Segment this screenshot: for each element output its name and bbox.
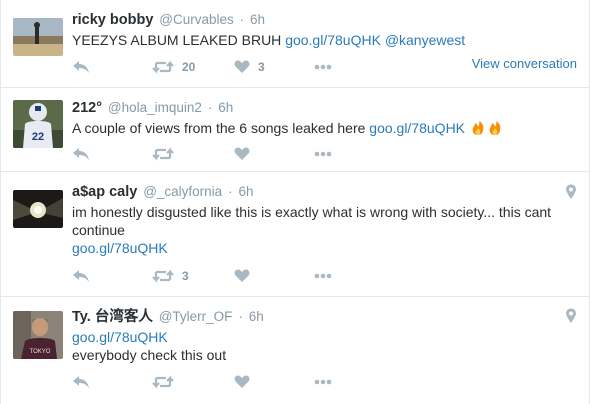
view-conversation-link[interactable]: View conversation — [472, 56, 577, 71]
tweet-actions — [72, 372, 332, 392]
heart-icon — [234, 60, 250, 73]
heart-icon — [234, 147, 250, 160]
tweet-link[interactable]: goo.gl/78uQHK — [72, 328, 579, 346]
tweet-header: Ty. 台湾客人 @Tylerr_OF · 6h — [72, 307, 579, 326]
retweet-button[interactable]: 20 — [152, 57, 195, 77]
tweet-timeline: ricky bobby @Curvables · 6h YEEZYS ALBUM… — [0, 0, 590, 404]
svg-text:TOKYO: TOKYO — [30, 349, 51, 355]
reply-button[interactable] — [72, 372, 90, 392]
tweet-body: A couple of views from the 6 songs leake… — [72, 120, 370, 136]
tweet-body: YEEZYS ALBUM LEAKED BRUH — [72, 32, 286, 48]
user-handle[interactable]: @_calyfornia — [143, 184, 222, 199]
more-button[interactable] — [314, 266, 332, 286]
user-fullname[interactable]: a$ap caly — [72, 184, 137, 200]
like-button[interactable] — [234, 144, 250, 164]
like-button[interactable]: 3 — [234, 57, 265, 77]
retweet-count: 20 — [182, 60, 196, 74]
tweet-link[interactable]: goo.gl/78uQHK — [369, 120, 465, 136]
separator-dot: · — [207, 100, 213, 115]
like-button[interactable] — [234, 372, 250, 392]
user-fullname[interactable]: Ty. 台湾客人 — [72, 309, 153, 325]
tweet-body: everybody check this out — [72, 347, 227, 363]
like-button[interactable] — [234, 266, 250, 286]
tweet-timestamp[interactable]: 6h — [249, 309, 264, 324]
retweet-button[interactable]: 3 — [152, 266, 189, 286]
reply-icon — [73, 376, 89, 388]
separator-dot: · — [239, 12, 245, 27]
separator-dot: · — [228, 184, 233, 199]
tweet-item[interactable]: TOKYO Ty. 台湾客人 @Tylerr_OF · 6h goo.gl/78… — [1, 297, 589, 404]
tweet-item[interactable]: ricky bobby @Curvables · 6h YEEZYS ALBUM… — [1, 0, 589, 88]
heart-icon — [234, 269, 250, 282]
tweet-text: im honestly disgusted like this is exact… — [72, 203, 579, 257]
tweet-timestamp[interactable]: 6h — [238, 184, 253, 199]
fire-icon — [472, 121, 484, 135]
more-icon — [314, 273, 332, 279]
tweet-actions: 20 3 — [72, 57, 332, 77]
more-icon — [314, 379, 332, 385]
retweet-icon — [152, 60, 174, 74]
like-count: 3 — [258, 60, 265, 74]
user-handle[interactable]: @hola_imquin2 — [108, 100, 202, 115]
user-avatar[interactable] — [13, 190, 63, 228]
svg-text:22: 22 — [32, 131, 44, 143]
user-handle[interactable]: @Tylerr_OF — [159, 309, 233, 324]
retweet-icon — [152, 269, 174, 283]
tweet-actions — [72, 144, 332, 164]
user-fullname[interactable]: ricky bobby — [72, 12, 153, 28]
more-icon — [314, 151, 332, 157]
tweet-text: YEEZYS ALBUM LEAKED BRUH goo.gl/78uQHK @… — [72, 31, 579, 49]
mention-link[interactable]: @kanyewest — [385, 32, 465, 48]
tweet-text: A couple of views from the 6 songs leake… — [72, 119, 579, 137]
tweet-timestamp[interactable]: 6h — [218, 100, 233, 115]
retweet-button[interactable] — [152, 144, 174, 164]
tweet-item[interactable]: a$ap caly @_calyfornia · 6h im honestly … — [1, 172, 589, 297]
reply-icon — [73, 270, 89, 282]
tweet-body: im honestly disgusted like this is exact… — [72, 204, 552, 238]
user-handle[interactable]: @Curvables — [159, 12, 233, 27]
separator-dot: · — [238, 309, 243, 324]
heart-icon — [234, 375, 250, 388]
retweet-icon — [152, 375, 174, 389]
reply-button[interactable] — [72, 57, 90, 77]
tweet-header: ricky bobby @Curvables · 6h — [72, 10, 579, 29]
fire-icon — [489, 121, 501, 135]
user-avatar[interactable]: TOKYO — [13, 311, 63, 359]
tweet-link[interactable]: goo.gl/78uQHK — [72, 239, 579, 257]
retweet-button[interactable] — [152, 372, 174, 392]
reply-icon — [73, 148, 89, 160]
tweet-timestamp[interactable]: 6h — [250, 12, 265, 27]
tweet-header: a$ap caly @_calyfornia · 6h — [72, 182, 579, 201]
more-button[interactable] — [314, 372, 332, 392]
tweet-link[interactable]: goo.gl/78uQHK — [285, 32, 381, 48]
tweet-text: goo.gl/78uQHK everybody check this out — [72, 328, 579, 364]
tweet-actions: 3 — [72, 266, 332, 286]
more-button[interactable] — [314, 57, 332, 77]
retweet-count: 3 — [182, 269, 189, 283]
reply-button[interactable] — [72, 144, 90, 164]
user-avatar[interactable]: 22 — [13, 100, 63, 148]
reply-button[interactable] — [72, 266, 90, 286]
tweet-item[interactable]: 22 212° @hola_imquin2 · 6h A couple of v… — [1, 88, 589, 172]
tweet-header: 212° @hola_imquin2 · 6h — [72, 98, 579, 117]
reply-icon — [73, 61, 89, 73]
more-button[interactable] — [314, 144, 332, 164]
user-avatar[interactable] — [13, 18, 63, 56]
retweet-icon — [152, 147, 174, 161]
user-fullname[interactable]: 212° — [72, 100, 102, 116]
more-icon — [314, 64, 332, 70]
